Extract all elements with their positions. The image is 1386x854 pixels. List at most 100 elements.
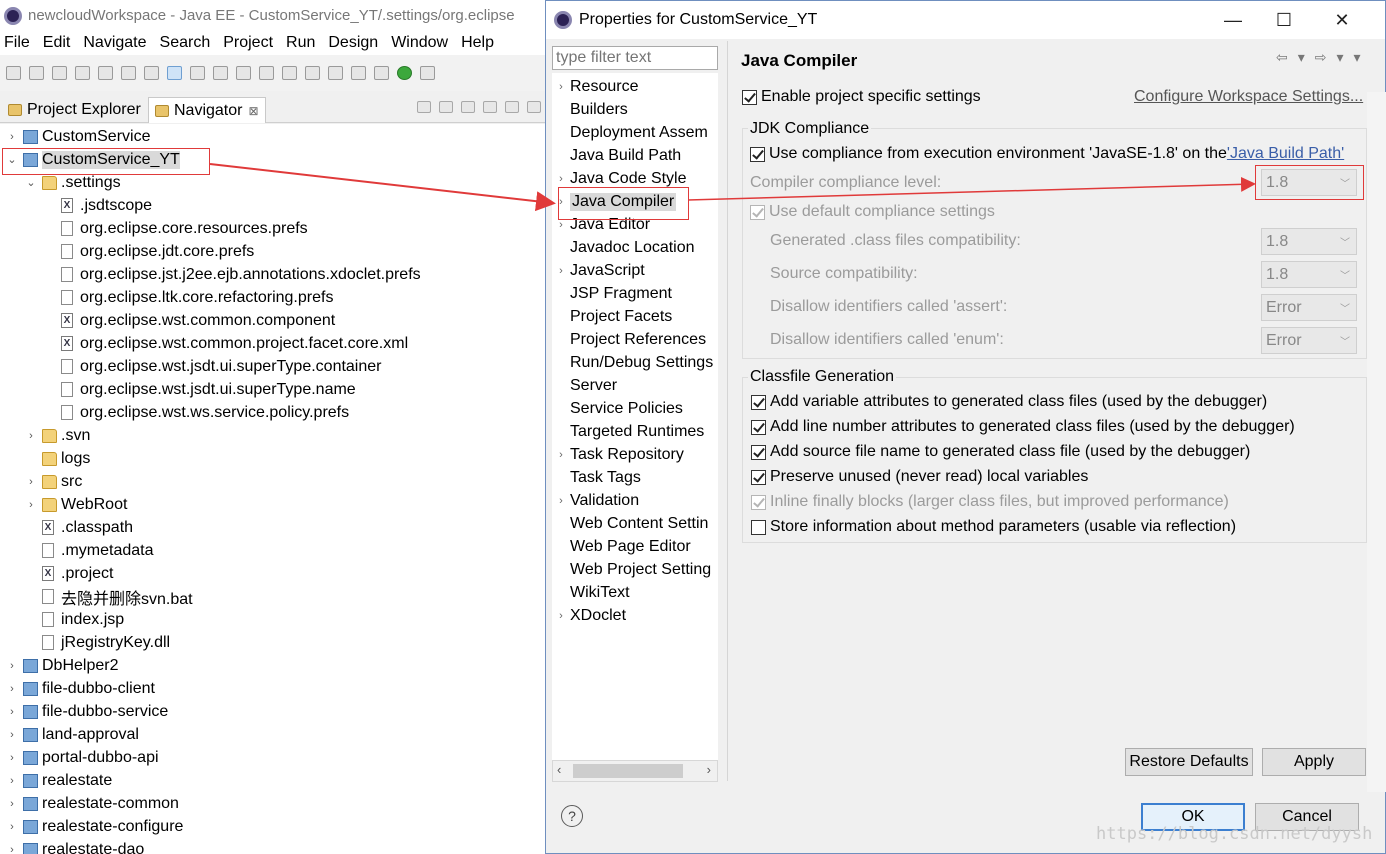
classfile-option-checkbox[interactable] (751, 394, 766, 410)
tree-item[interactable]: org.eclipse.core.resources.prefs (44, 217, 308, 240)
tree-item[interactable]: › realestate (6, 769, 112, 792)
disconnect-icon[interactable] (259, 66, 274, 80)
tree-item[interactable]: X .project (25, 562, 113, 585)
forward-icon[interactable] (439, 101, 453, 113)
tree-item[interactable]: › realestate-common (6, 792, 179, 815)
new-icon[interactable] (6, 66, 21, 80)
view-menu-icon[interactable] (527, 101, 541, 113)
chevron-right-icon[interactable]: › (552, 449, 570, 461)
chevron-right-icon[interactable]: › (6, 844, 18, 854)
nav-item[interactable]: Server (552, 374, 718, 397)
filter-input[interactable] (552, 46, 718, 70)
chevron-right-icon[interactable]: › (552, 81, 570, 93)
nav-item[interactable]: Web Page Editor (552, 535, 718, 558)
maximize-button[interactable]: ☐ (1261, 1, 1307, 39)
nav-item[interactable]: Java Build Path (552, 144, 718, 167)
java-build-path-link[interactable]: 'Java Build Path' (1227, 145, 1344, 163)
tree-item[interactable]: Xorg.eclipse.wst.common.component (44, 309, 335, 332)
nav-item[interactable]: Builders (552, 98, 718, 121)
external-tools-icon[interactable] (420, 66, 435, 80)
tree-item[interactable]: index.jsp (25, 608, 124, 631)
classfile-option-checkbox[interactable] (751, 444, 766, 460)
chevron-right-icon[interactable]: › (6, 683, 18, 695)
classfile-option[interactable]: Add variable attributes to generated cla… (751, 393, 1267, 411)
nav-item[interactable]: › JavaScript (552, 259, 718, 282)
classfile-option[interactable]: Preserve unused (never read) local varia… (751, 468, 1088, 486)
terminate-icon[interactable] (236, 66, 251, 80)
configure-workspace-link[interactable]: Configure Workspace Settings... (1134, 88, 1363, 106)
minimize-button[interactable]: — (1210, 1, 1256, 39)
build-icon[interactable] (75, 66, 90, 80)
toggle-mode-icon[interactable] (351, 66, 366, 80)
skip-breakpoints-icon[interactable] (167, 66, 182, 80)
forward-menu-icon[interactable]: ▾ (1337, 49, 1344, 66)
tree-item[interactable]: X .jsdtscope (44, 194, 152, 217)
link-editor-icon[interactable] (505, 101, 519, 113)
chevron-right-icon[interactable]: › (6, 706, 18, 718)
back-icon[interactable]: ⇦ (1276, 49, 1288, 66)
classfile-option[interactable]: Add source file name to generated class … (751, 443, 1250, 461)
chevron-down-icon[interactable]: ⌄ (25, 176, 37, 189)
menu-help[interactable]: Help (461, 34, 494, 52)
nav-item[interactable]: Javadoc Location (552, 236, 718, 259)
tree-item[interactable]: › file-dubbo-service (6, 700, 168, 723)
menu-run[interactable]: Run (286, 34, 315, 52)
tree-item[interactable]: › realestate-dao (6, 838, 144, 854)
chevron-right-icon[interactable]: › (25, 476, 37, 488)
back-menu-icon[interactable]: ▾ (1298, 49, 1305, 66)
help-icon[interactable]: ? (561, 805, 583, 827)
tree-item[interactable]: › .svn (25, 424, 90, 447)
tree-item[interactable]: org.eclipse.jst.j2ee.ejb.annotations.xdo… (44, 263, 421, 286)
nav-item[interactable]: Task Tags (552, 466, 718, 489)
nav-item[interactable]: › Validation (552, 489, 718, 512)
open-task-icon[interactable] (121, 66, 136, 80)
classfile-option[interactable]: Store information about method parameter… (751, 518, 1236, 536)
close-icon[interactable]: ⊠ (248, 104, 258, 118)
tree-item[interactable]: org.eclipse.wst.jsdt.ui.superType.name (44, 378, 356, 401)
nav-item[interactable]: JSP Fragment (552, 282, 718, 305)
tree-item[interactable]: › src (25, 470, 82, 493)
tree-item[interactable]: 去隐并删除svn.bat (25, 585, 193, 608)
tree-item[interactable]: org.eclipse.wst.ws.service.policy.prefs (44, 401, 349, 424)
step-into-icon[interactable] (282, 66, 297, 80)
chevron-right-icon[interactable]: › (6, 775, 18, 787)
nav-item[interactable]: Project References (552, 328, 718, 351)
nav-item[interactable]: › Resource (552, 75, 718, 98)
forward-icon[interactable]: ⇨ (1315, 49, 1327, 66)
chevron-right-icon[interactable]: › (6, 798, 18, 810)
nav-item[interactable]: › XDoclet (552, 604, 718, 627)
tree-item[interactable]: org.eclipse.ltk.core.refactoring.prefs (44, 286, 333, 309)
scroll-thumb[interactable] (573, 764, 683, 778)
classfile-option-checkbox[interactable] (751, 469, 766, 485)
chevron-right-icon[interactable]: › (552, 219, 570, 231)
menu-navigate[interactable]: Navigate (83, 34, 146, 52)
tree-item[interactable]: › portal-dubbo-api (6, 746, 158, 769)
tree-item[interactable]: jRegistryKey.dll (25, 631, 170, 654)
restore-defaults-button[interactable]: Restore Defaults (1125, 748, 1253, 776)
chevron-right-icon[interactable]: › (6, 729, 18, 741)
tree-item[interactable]: X .classpath (25, 516, 133, 539)
nav-item[interactable]: WikiText (552, 581, 718, 604)
view-menu-icon[interactable]: ▾ (1354, 49, 1361, 66)
collapse-all-icon[interactable] (483, 101, 497, 113)
classfile-option-checkbox[interactable] (751, 519, 766, 535)
use-compliance-checkbox[interactable] (750, 146, 765, 162)
resume-icon[interactable] (190, 66, 205, 80)
menu-edit[interactable]: Edit (43, 34, 71, 52)
classfile-option-checkbox[interactable] (751, 419, 766, 435)
nav-item[interactable]: Project Facets (552, 305, 718, 328)
chevron-right-icon[interactable]: › (552, 173, 570, 185)
tab-navigator[interactable]: Navigator ⊠ (148, 97, 266, 123)
tab-project-explorer[interactable]: Project Explorer (2, 97, 147, 123)
use-compliance-option[interactable]: Use compliance from execution environmen… (750, 145, 1344, 163)
enable-specific-checkbox[interactable] (742, 89, 757, 105)
tree-item[interactable]: › DbHelper2 (6, 654, 118, 677)
tree-item[interactable]: › file-dubbo-client (6, 677, 155, 700)
tree-item[interactable]: logs (25, 447, 90, 470)
tree-item[interactable]: › CustomService (6, 125, 150, 148)
step-over-icon[interactable] (305, 66, 320, 80)
nav-item[interactable]: Run/Debug Settings (552, 351, 718, 374)
tree-item[interactable]: › realestate-configure (6, 815, 183, 838)
nav-item[interactable]: Web Content Settin (552, 512, 718, 535)
scroll-right-icon[interactable]: › (707, 762, 711, 777)
